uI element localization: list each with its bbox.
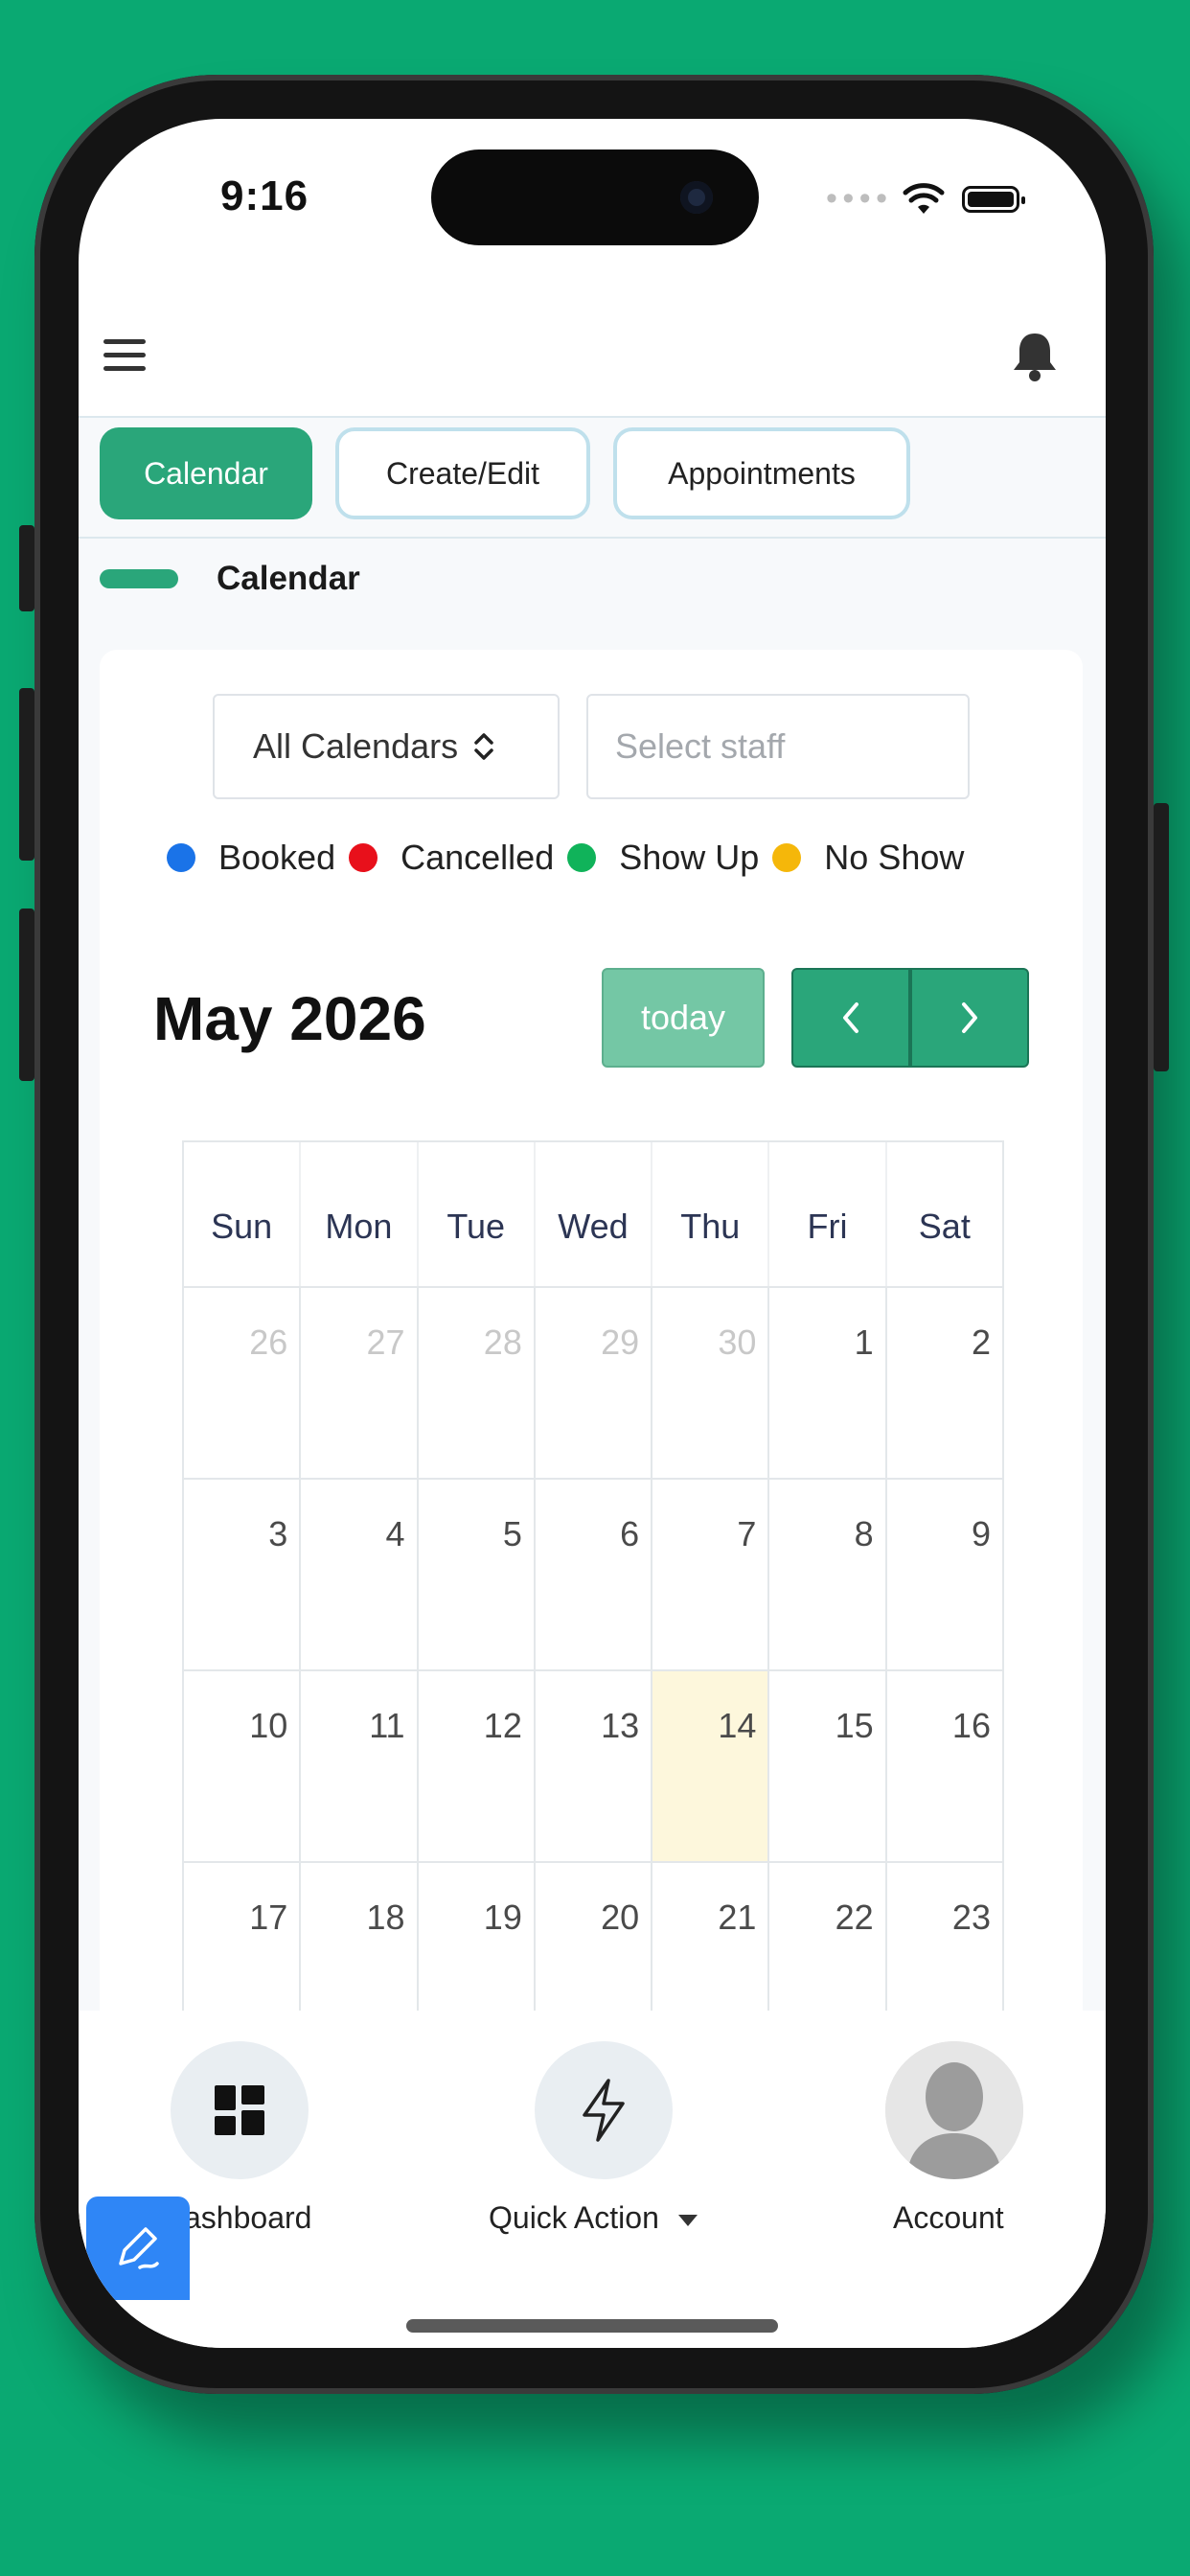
- tab-bar: Calendar Create/Edit Appointments: [100, 427, 910, 519]
- weekday-label: Sun: [184, 1142, 302, 1286]
- calendar-select[interactable]: All Calendars: [213, 694, 560, 799]
- phone-screen: 9:16 • • • • Calendar Create/Edit Appoin…: [79, 119, 1106, 2348]
- prev-month-button[interactable]: [791, 968, 910, 1068]
- legend-dot-show-up: [567, 843, 597, 872]
- month-title: May 2026: [153, 984, 426, 1053]
- tab-create-edit[interactable]: Create/Edit: [335, 427, 590, 519]
- tab-appointments[interactable]: Appointments: [613, 427, 910, 519]
- tabs-divider: [79, 537, 1106, 539]
- dashboard-icon: [215, 2085, 264, 2135]
- quick-action-label[interactable]: Quick Action: [489, 2200, 698, 2236]
- day-cell[interactable]: 12: [419, 1671, 536, 1861]
- section-accent-bar: [100, 569, 178, 588]
- legend-item-no-show: No Show: [772, 838, 964, 878]
- day-cell[interactable]: 7: [652, 1480, 770, 1669]
- legend-item-show-up: Show Up: [567, 838, 759, 878]
- quick-action-text: Quick Action: [489, 2200, 659, 2235]
- day-cell[interactable]: 6: [536, 1480, 653, 1669]
- pen-icon: [119, 2227, 159, 2269]
- legend-item-cancelled: Cancelled: [349, 838, 554, 878]
- lightning-icon: [583, 2079, 625, 2142]
- app-header: [79, 291, 1106, 418]
- day-cell[interactable]: 10: [184, 1671, 302, 1861]
- account-label[interactable]: Account: [893, 2200, 1004, 2236]
- day-cell-other-month[interactable]: 30: [652, 1288, 770, 1478]
- legend-dot-cancelled: [349, 843, 378, 872]
- weekday-label: Thu: [652, 1142, 770, 1286]
- section-title: Calendar: [217, 560, 360, 597]
- day-cell[interactable]: 3: [184, 1480, 302, 1669]
- weekday-label: Mon: [301, 1142, 419, 1286]
- weekday-label: Wed: [536, 1142, 653, 1286]
- legend-label-cancelled: Cancelled: [400, 838, 555, 877]
- day-cell[interactable]: 5: [419, 1480, 536, 1669]
- staff-select[interactable]: Select staff: [586, 694, 970, 799]
- edit-fab-button[interactable]: [86, 2196, 190, 2300]
- day-cell-other-month[interactable]: 28: [419, 1288, 536, 1478]
- next-month-button[interactable]: [910, 968, 1029, 1068]
- legend-item-booked: Booked: [167, 838, 335, 878]
- dynamic-island: [431, 150, 759, 245]
- status-icons: • • • •: [826, 180, 1025, 218]
- weekday-label: Tue: [419, 1142, 536, 1286]
- legend-dot-booked: [167, 843, 195, 872]
- tab-calendar[interactable]: Calendar: [100, 427, 312, 519]
- calendar-select-value: All Calendars: [253, 726, 459, 766]
- day-cell-other-month[interactable]: 26: [184, 1288, 302, 1478]
- today-button[interactable]: today: [602, 968, 765, 1068]
- week-row: 26 27 28 29 30 1 2: [184, 1288, 1002, 1480]
- battery-icon: [962, 185, 1025, 213]
- legend-dot-no-show: [772, 843, 802, 872]
- legend-label-no-show: No Show: [824, 838, 965, 877]
- chevron-right-icon: [962, 1002, 977, 1033]
- day-cell[interactable]: 15: [769, 1671, 887, 1861]
- quick-action-button[interactable]: [535, 2041, 673, 2179]
- volume-up-button: [19, 688, 34, 861]
- day-cell-other-month[interactable]: 29: [536, 1288, 653, 1478]
- action-button: [19, 525, 34, 611]
- home-indicator[interactable]: [406, 2319, 778, 2333]
- day-cell[interactable]: 16: [887, 1671, 1002, 1861]
- day-cell-today[interactable]: 14: [652, 1671, 770, 1861]
- dashboard-button[interactable]: [171, 2041, 309, 2179]
- week-row: 3 4 5 6 7 8 9: [184, 1480, 1002, 1671]
- account-avatar[interactable]: [885, 2041, 1023, 2179]
- avatar-icon: [885, 2041, 1023, 2179]
- main-content: Calendar Create/Edit Appointments Calend…: [79, 418, 1106, 2183]
- hamburger-icon[interactable]: [103, 339, 146, 372]
- legend-label-show-up: Show Up: [619, 838, 760, 877]
- chevron-left-icon: [843, 1002, 858, 1033]
- day-cell[interactable]: 8: [769, 1480, 887, 1669]
- weekday-label: Fri: [769, 1142, 887, 1286]
- day-cell-other-month[interactable]: 27: [301, 1288, 419, 1478]
- day-cell[interactable]: 11: [301, 1671, 419, 1861]
- day-cell[interactable]: 2: [887, 1288, 1002, 1478]
- power-button: [1154, 803, 1169, 1071]
- legend-label-booked: Booked: [218, 838, 336, 877]
- status-time: 9:16: [220, 172, 309, 219]
- wifi-icon: [903, 182, 945, 214]
- bottom-nav: ashboard Quick Action Account: [79, 2011, 1106, 2348]
- day-cell[interactable]: 9: [887, 1480, 1002, 1669]
- weekday-label: Sat: [918, 1207, 971, 1246]
- day-cell[interactable]: 1: [769, 1288, 887, 1478]
- volume-down-button: [19, 908, 34, 1081]
- month-grid: Sun Mon Tue Wed Thu Fri Sat 26 27 28 29 …: [182, 1140, 1004, 2055]
- caret-down-icon: [677, 2214, 698, 2226]
- day-cell[interactable]: 13: [536, 1671, 653, 1861]
- signal-dots-icon: • • • •: [826, 180, 887, 217]
- calendar-card: All Calendars Select staff Booked Cancel…: [100, 650, 1083, 2183]
- select-chevron-icon: [474, 733, 493, 760]
- bell-icon[interactable]: [1010, 330, 1060, 383]
- section-heading: Calendar: [100, 560, 360, 598]
- dashboard-label[interactable]: ashboard: [184, 2200, 311, 2236]
- day-cell[interactable]: 4: [301, 1480, 419, 1669]
- week-row: 10 11 12 13 14 15 16: [184, 1671, 1002, 1863]
- weekday-header: Sun Mon Tue Wed Thu Fri Sat: [184, 1142, 1002, 1288]
- status-legend: Booked Cancelled Show Up No Show: [167, 838, 977, 878]
